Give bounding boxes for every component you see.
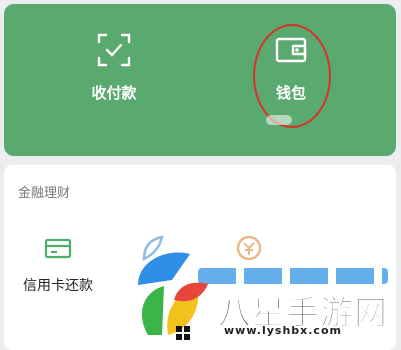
colorful-leaf-logo (138, 252, 208, 340)
pay-receive-label: 收付款 (91, 84, 137, 102)
credit-card-repay-button[interactable]: 信用卡还款 (18, 237, 98, 295)
pay-receive-button[interactable]: 收付款 (54, 32, 174, 103)
credit-card-label: 信用卡还款 (23, 278, 93, 294)
annotation-circle (253, 24, 331, 128)
section-title: 金融理财 (18, 186, 71, 201)
scan-icon (97, 33, 131, 67)
blurred-badge (266, 115, 292, 125)
credit-card-icon (44, 238, 72, 259)
watermark-band (198, 268, 388, 284)
watermark-url: www.lyshbx.com (224, 324, 342, 337)
pay-wallet-panel: 收付款 钱包 (4, 4, 396, 156)
watermark-logo: 八星手游网 www.lyshbx.com (128, 230, 401, 341)
